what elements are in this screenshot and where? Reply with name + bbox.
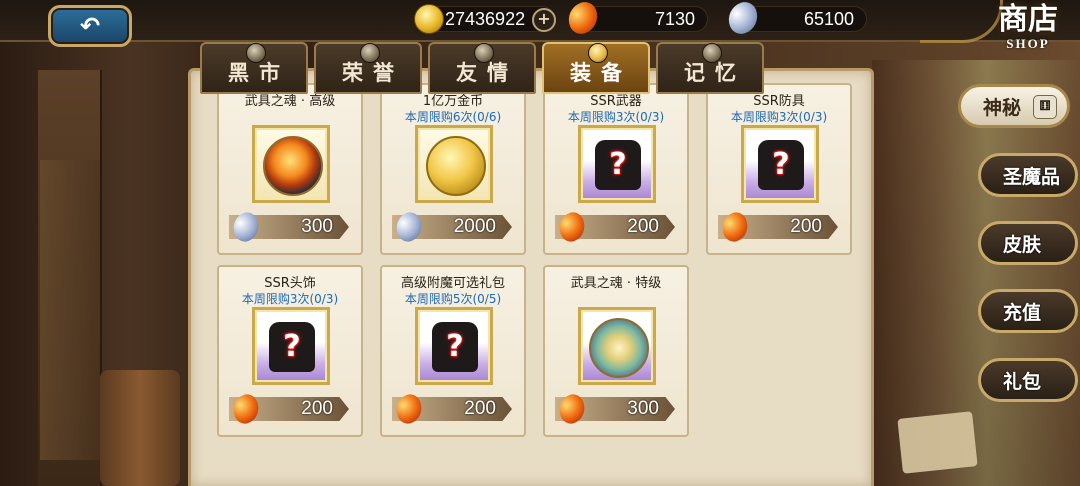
dice-icon: ⚅ <box>1033 95 1057 119</box>
side-menu-gift[interactable]: 礼包 <box>978 358 1078 402</box>
item-title: 武具之魂 · 特级 <box>570 276 662 291</box>
gold-coin-icon <box>414 4 444 34</box>
side-menu-mystery[interactable]: 神秘 ⚅ <box>958 84 1070 128</box>
shop-item-card[interactable]: 武具之魂 · 特级 300 <box>543 265 689 437</box>
gold-amount: 27436922 <box>445 8 526 29</box>
item-frame: ? <box>252 307 330 385</box>
left-bookshelf <box>40 160 100 460</box>
ruby-amount: 7130 <box>654 8 695 29</box>
tab-knob-icon <box>246 43 266 63</box>
item-title: 高级附魔可选礼包 <box>400 276 505 291</box>
shop-item-card[interactable]: SSR防具 本周限购3次(0/3) ? 200 <box>706 83 852 255</box>
item-frame <box>415 125 493 203</box>
tab-honor[interactable]: 荣誉 <box>314 42 422 94</box>
mystery-armor-icon: ? <box>758 140 804 190</box>
side-menu-label: 礼包 <box>1003 370 1042 393</box>
item-frame <box>578 307 656 385</box>
shop-item-card[interactable]: 1亿万金币 本周限购6次(0/6) 2000 <box>380 83 526 255</box>
ruby-currency-icon <box>228 391 264 427</box>
back-button[interactable]: ↶ <box>48 5 132 47</box>
item-frame: ? <box>741 125 819 203</box>
shop-title: 商店 SHOP <box>980 4 1076 60</box>
tab-black-market[interactable]: 黑市 <box>200 42 308 94</box>
item-frame: ? <box>415 307 493 385</box>
item-price: 200 <box>464 398 496 419</box>
item-purchase-limit: 本周限购3次(0/3) <box>567 110 665 124</box>
tab-equipment[interactable]: 装备 <box>542 42 650 94</box>
item-purchase-limit: 本周限购3次(0/3) <box>241 292 339 306</box>
soul-orb-spirit-icon <box>589 318 649 378</box>
item-frame: ? <box>578 125 656 203</box>
item-purchase-limit: 本周限购3次(0/3) <box>730 110 828 124</box>
side-menu-skin[interactable]: 皮肤 <box>978 221 1078 265</box>
shop-item-card[interactable]: SSR武器 本周限购3次(0/3) ? 200 <box>543 83 689 255</box>
back-arrow-icon: ↶ <box>79 12 101 40</box>
category-tabs: 黑市 荣誉 友情 装备 记忆 <box>200 40 770 96</box>
tab-knob-icon <box>360 43 380 63</box>
tab-knob-icon <box>474 43 494 63</box>
mystery-weapon-icon: ? <box>595 140 641 190</box>
side-menu-label: 充值 <box>1003 301 1042 324</box>
item-purchase-limit: 本周限购6次(0/6) <box>404 110 502 124</box>
tab-memory[interactable]: 记忆 <box>656 42 764 94</box>
shop-item-panel: 武具之魂 · 高级 300 1亿万金币 本周限购6次(0/6) 2000 SSR… <box>188 68 874 486</box>
tab-knob-icon <box>702 43 722 63</box>
shop-title-en: SHOP <box>1006 36 1050 51</box>
mystery-scroll-icon: ? <box>432 322 478 372</box>
soul-orb-fire-icon <box>263 136 323 196</box>
tab-knob-icon <box>588 43 608 63</box>
shop-item-card[interactable]: SSR头饰 本周限购3次(0/3) ? 200 <box>217 265 363 437</box>
shop-item-card[interactable]: 高级附魔可选礼包 本周限购5次(0/5) ? 200 <box>380 265 526 437</box>
item-title: SSR头饰 <box>264 276 316 291</box>
shop-title-cn: 商店 <box>998 2 1058 37</box>
crystal-currency-icon <box>228 209 264 245</box>
mystery-headgear-icon: ? <box>269 322 315 372</box>
side-menu-label: 神秘 <box>983 96 1022 119</box>
item-price: 200 <box>790 216 822 237</box>
barrel-decoration <box>100 370 180 486</box>
shop-item-card[interactable]: 武具之魂 · 高级 300 <box>217 83 363 255</box>
tab-friendship[interactable]: 友情 <box>428 42 536 94</box>
crystal-amount: 65100 <box>803 8 854 29</box>
item-purchase-limit: 本周限购5次(0/5) <box>404 292 502 306</box>
item-price: 200 <box>301 398 333 419</box>
ruby-currency-icon <box>554 391 590 427</box>
item-price: 300 <box>627 398 659 419</box>
item-price: 2000 <box>453 216 496 237</box>
item-frame <box>252 125 330 203</box>
crystal-currency-icon <box>391 209 427 245</box>
item-price: 200 <box>627 216 659 237</box>
ruby-currency-icon <box>717 209 753 245</box>
side-menu-label: 圣魔品 <box>1003 165 1061 188</box>
map-scroll-decoration <box>897 411 978 474</box>
side-menu-recharge[interactable]: 充值 <box>978 289 1078 333</box>
ruby-currency-icon <box>391 391 427 427</box>
side-menu-relic[interactable]: 圣魔品 <box>978 153 1078 197</box>
gold-coins-icon <box>426 136 486 196</box>
side-menu-label: 皮肤 <box>1003 233 1042 256</box>
ruby-currency-icon <box>554 209 590 245</box>
item-price: 300 <box>301 216 333 237</box>
add-gold-button[interactable]: + <box>532 8 556 32</box>
